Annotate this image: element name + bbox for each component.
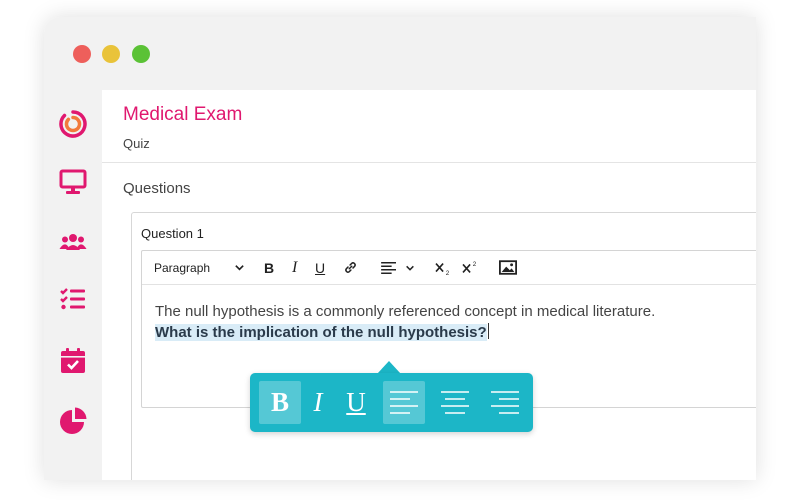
pie-chart-icon[interactable]: [57, 405, 89, 437]
page-title: Medical Exam: [123, 104, 243, 125]
close-window-button[interactable]: [73, 45, 91, 63]
logo-icon[interactable]: [57, 108, 89, 140]
popup-underline-button[interactable]: U: [335, 381, 377, 424]
format-popup: B I U: [250, 373, 533, 432]
underline-button[interactable]: U: [315, 251, 325, 284]
title-bar: [44, 17, 756, 90]
align-right-icon[interactable]: [484, 381, 526, 424]
block-format-select[interactable]: Paragraph: [154, 251, 210, 284]
maximize-window-button[interactable]: [132, 45, 150, 63]
selected-question-text: What is the implication of the null hypo…: [155, 324, 487, 341]
sidebar: [44, 90, 102, 480]
monitor-icon[interactable]: [57, 166, 89, 198]
users-icon[interactable]: [57, 226, 89, 258]
text-cursor: [487, 323, 489, 339]
bold-button[interactable]: B: [264, 251, 274, 284]
italic-button[interactable]: I: [292, 251, 297, 284]
section-heading: Questions: [123, 180, 191, 197]
page-subtitle: Quiz: [123, 136, 150, 151]
popup-italic-button[interactable]: I: [297, 381, 339, 424]
align-left-icon[interactable]: [379, 251, 399, 284]
question-card: Question 1 Paragraph B I U 2 2 The null …: [131, 212, 756, 480]
image-icon[interactable]: [498, 251, 518, 284]
superscript-icon[interactable]: 2: [460, 251, 482, 284]
popup-bold-button[interactable]: B: [259, 381, 301, 424]
chevron-down-icon[interactable]: [232, 251, 246, 284]
header-divider: [102, 162, 756, 163]
minimize-window-button[interactable]: [102, 45, 120, 63]
svg-text:2: 2: [473, 261, 477, 268]
link-icon[interactable]: [341, 251, 359, 284]
question-text-line: The null hypothesis is a commonly refere…: [155, 303, 656, 320]
align-left-icon[interactable]: [383, 381, 425, 424]
subscript-icon[interactable]: 2: [433, 251, 455, 284]
calendar-check-icon[interactable]: [57, 345, 89, 377]
question-text[interactable]: The null hypothesis is a commonly refere…: [155, 301, 754, 343]
editor-toolbar: Paragraph B I U 2 2: [142, 251, 756, 285]
svg-text:2: 2: [446, 270, 450, 276]
chevron-down-icon[interactable]: [404, 251, 416, 284]
question-label: Question 1: [141, 226, 204, 241]
align-center-icon[interactable]: [434, 381, 476, 424]
checklist-icon[interactable]: [57, 283, 89, 315]
